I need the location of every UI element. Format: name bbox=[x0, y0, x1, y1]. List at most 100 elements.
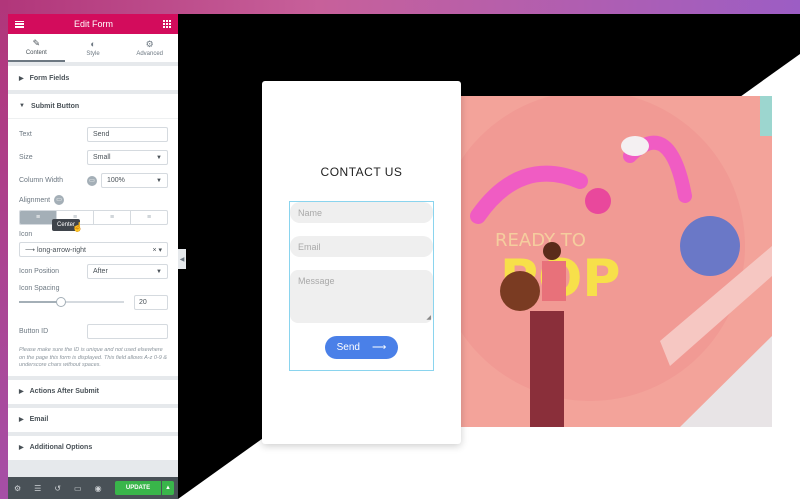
contact-form-title: CONTACT US bbox=[320, 165, 403, 179]
responsive-mode-icon[interactable]: ▭ bbox=[74, 484, 82, 493]
column-width-select[interactable]: 100% ▼ bbox=[101, 173, 168, 188]
update-options-caret-icon[interactable]: ▲ bbox=[162, 481, 174, 495]
caret-right-icon: ▶ bbox=[19, 445, 24, 451]
icon-select-value: long-arrow-right bbox=[36, 246, 87, 254]
icon-position-select[interactable]: After ▼ bbox=[87, 264, 168, 279]
column-width-label: Column Width bbox=[19, 177, 63, 184]
align-right-button[interactable]: ≡ bbox=[94, 211, 131, 224]
clear-and-chevron-icon[interactable]: × ▾ bbox=[152, 246, 162, 254]
hero-photo-illustration: READY TO POP bbox=[460, 96, 772, 427]
size-select[interactable]: Small ▼ bbox=[87, 150, 168, 165]
icon-control: Icon ⟶ long-arrow-right × ▾ bbox=[19, 231, 168, 257]
icon-position-value: After bbox=[93, 268, 108, 275]
history-icon[interactable]: ↺ bbox=[54, 484, 61, 493]
icon-position-control: Icon Position After ▼ bbox=[19, 260, 168, 283]
text-label: Text bbox=[19, 131, 32, 138]
icon-spacing-control: Icon Spacing 20 bbox=[19, 285, 168, 312]
slider-handle[interactable] bbox=[56, 297, 66, 307]
panel-header: Edit Form bbox=[8, 14, 178, 34]
widgets-grid-icon[interactable] bbox=[162, 20, 171, 28]
panel-tabs: ✎ Content ◐ Style ⚙ Advanced bbox=[8, 34, 178, 62]
resize-handle-icon[interactable]: ◢ bbox=[426, 314, 431, 321]
tab-advanced-label: Advanced bbox=[136, 50, 164, 57]
text-input[interactable]: Send bbox=[87, 127, 168, 142]
icon-spacing-label: Icon Spacing bbox=[19, 285, 60, 292]
contact-form-card: CONTACT US Name Email Message ◢ Send ⟶ bbox=[262, 81, 461, 444]
section-additional-options[interactable]: ▶ Additional Options bbox=[8, 435, 178, 460]
submit-button-controls: Text Send Size Small ▼ Column Width ▭ 10… bbox=[8, 118, 178, 376]
text-control: Text Send bbox=[19, 123, 168, 146]
alignment-button-group: ≡ ≡ ≡ ≡ bbox=[19, 210, 168, 225]
section-submit-button-label: Submit Button bbox=[30, 102, 80, 110]
tab-style-label: Style bbox=[86, 50, 100, 57]
align-justify-button[interactable]: ≡ bbox=[131, 211, 167, 224]
alignment-control: Alignment ▭ bbox=[19, 192, 168, 208]
chevron-down-icon: ▼ bbox=[156, 177, 162, 184]
column-width-control: Column Width ▭ 100% ▼ bbox=[19, 169, 168, 192]
message-field[interactable]: Message ◢ bbox=[290, 270, 433, 323]
slider-fill bbox=[19, 301, 61, 303]
long-arrow-right-icon: ⟶ bbox=[372, 342, 387, 353]
icon-spacing-slider-row: 20 bbox=[19, 292, 168, 312]
section-email-label: Email bbox=[29, 416, 49, 423]
section-form-fields[interactable]: ▶ Form Fields bbox=[8, 66, 178, 90]
size-control: Size Small ▼ bbox=[19, 146, 168, 169]
chevron-down-icon: ▼ bbox=[156, 154, 162, 161]
icon-select[interactable]: ⟶ long-arrow-right × ▾ bbox=[19, 242, 168, 257]
tab-content-label: Content bbox=[25, 49, 47, 56]
mouse-pointer-icon: ☝ bbox=[72, 222, 84, 232]
caret-right-icon: ▶ bbox=[19, 75, 24, 82]
section-email[interactable]: ▶ Email bbox=[8, 407, 178, 432]
hamburger-menu-icon[interactable] bbox=[15, 20, 24, 28]
message-placeholder: Message bbox=[298, 276, 335, 286]
preview-eye-icon[interactable]: ◉ bbox=[95, 484, 102, 493]
alignment-label: Alignment bbox=[19, 196, 51, 204]
icon-spacing-input[interactable]: 20 bbox=[134, 294, 168, 310]
responsive-device-icon[interactable]: ▭ bbox=[87, 175, 97, 186]
gear-icon: ⚙ bbox=[145, 38, 154, 49]
tab-content[interactable]: ✎ Content bbox=[8, 34, 65, 62]
tab-advanced[interactable]: ⚙ Advanced bbox=[121, 34, 178, 62]
section-actions-after-submit[interactable]: ▶ Actions After Submit bbox=[8, 379, 178, 404]
caret-right-icon: ▶ bbox=[19, 417, 24, 423]
update-button[interactable]: UPDATE bbox=[115, 481, 161, 495]
hero-photo: READY TO POP bbox=[460, 96, 772, 427]
caret-down-icon: ▼ bbox=[19, 103, 25, 109]
pencil-icon: ✎ bbox=[32, 37, 41, 48]
button-id-label: Button ID bbox=[19, 328, 49, 335]
icon-spacing-value: 20 bbox=[139, 298, 147, 306]
responsive-device-icon[interactable]: ▭ bbox=[54, 195, 65, 205]
settings-icon[interactable]: ⚙ bbox=[14, 484, 21, 493]
half-circle-icon: ◐ bbox=[90, 38, 96, 49]
size-label: Size bbox=[19, 154, 33, 161]
caret-right-icon: ▶ bbox=[19, 389, 24, 395]
size-select-value: Small bbox=[93, 154, 111, 161]
text-input-value: Send bbox=[93, 131, 110, 138]
email-placeholder: Email bbox=[298, 241, 321, 252]
chevron-down-icon: ▼ bbox=[156, 268, 162, 275]
name-field[interactable]: Name bbox=[290, 202, 433, 223]
section-additional-options-label: Additional Options bbox=[29, 444, 93, 451]
send-button[interactable]: Send ⟶ bbox=[325, 336, 398, 359]
column-width-value: 100% bbox=[107, 177, 125, 184]
button-id-help-text: Please make sure the ID is unique and no… bbox=[19, 347, 168, 368]
email-field[interactable]: Email bbox=[290, 236, 433, 257]
navigator-icon[interactable]: ☰ bbox=[34, 484, 41, 493]
window-frame-top bbox=[0, 0, 800, 14]
icon-spacing-slider[interactable] bbox=[19, 297, 124, 307]
section-actions-label: Actions After Submit bbox=[29, 388, 99, 395]
editor-panel: Edit Form ✎ Content ◐ Style ⚙ Advanced ▶… bbox=[8, 14, 178, 499]
section-form-fields-label: Form Fields bbox=[29, 74, 70, 82]
send-button-label: Send bbox=[336, 342, 360, 353]
panel-title: Edit Form bbox=[73, 19, 113, 29]
button-id-input[interactable] bbox=[87, 324, 168, 339]
tab-style[interactable]: ◐ Style bbox=[65, 34, 122, 62]
svg-text:READY TO: READY TO bbox=[495, 230, 586, 251]
button-id-control: Button ID bbox=[19, 320, 168, 343]
panel-footer: ⚙ ☰ ↺ ▭ ◉ UPDATE ▲ bbox=[8, 477, 178, 499]
name-placeholder: Name bbox=[298, 207, 323, 218]
icon-position-label: Icon Position bbox=[19, 268, 60, 275]
section-submit-button[interactable]: ▼ Submit Button bbox=[8, 94, 178, 118]
panel-collapse-toggle[interactable]: ◀ bbox=[178, 249, 186, 269]
arrow-right-icon: ⟶ bbox=[25, 246, 37, 254]
